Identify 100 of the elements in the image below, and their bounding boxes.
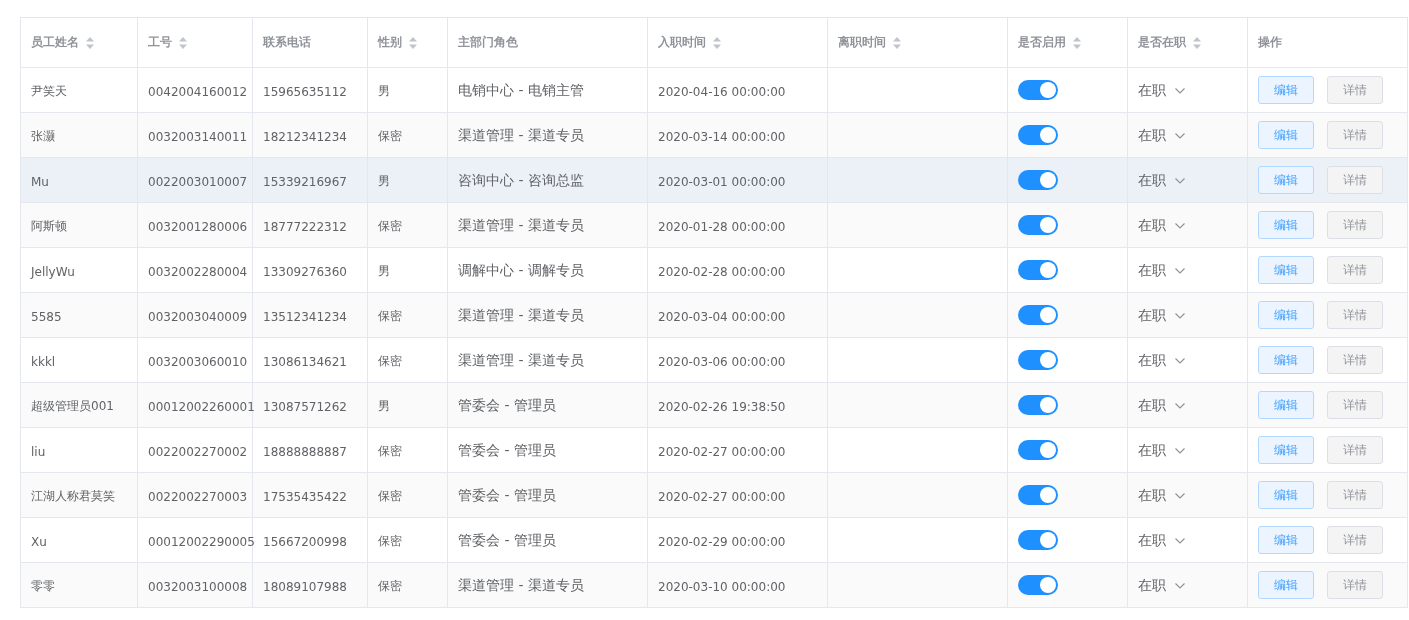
chevron-down-icon	[1174, 132, 1186, 140]
edit-button[interactable]: 编辑	[1258, 346, 1314, 374]
table-cell: 男	[378, 399, 390, 413]
status-dropdown[interactable]: 在职	[1138, 577, 1186, 595]
table-cell: 0032003140011	[148, 129, 248, 144]
table-cell: 15339216967	[263, 174, 347, 189]
status-dropdown[interactable]: 在职	[1138, 532, 1186, 550]
details-button[interactable]: 详情	[1327, 391, 1383, 419]
toggle-switch[interactable]	[1018, 170, 1058, 191]
toggle-switch[interactable]	[1018, 215, 1058, 236]
column-title: 性别	[378, 34, 402, 51]
table-cell: 渠道管理 - 渠道专员	[458, 217, 584, 233]
chevron-down-icon	[1174, 537, 1186, 545]
toggle-switch[interactable]	[1018, 440, 1058, 461]
toggle-switch[interactable]	[1018, 395, 1058, 416]
table-cell: 超级管理员001	[31, 399, 114, 413]
details-button[interactable]: 详情	[1327, 346, 1383, 374]
sort-icon[interactable]	[408, 35, 418, 50]
status-dropdown[interactable]: 在职	[1138, 397, 1186, 415]
toggle-switch[interactable]	[1018, 485, 1058, 506]
toggle-switch[interactable]	[1018, 350, 1058, 371]
chevron-down-icon	[1174, 402, 1186, 410]
table-cell: 13087571262	[263, 399, 347, 414]
table-cell: 保密	[378, 309, 402, 323]
status-dropdown[interactable]: 在职	[1138, 217, 1186, 235]
toggle-switch[interactable]	[1018, 575, 1058, 596]
edit-button[interactable]: 编辑	[1258, 166, 1314, 194]
details-button[interactable]: 详情	[1327, 526, 1383, 554]
table-cell: 管委会 - 管理员	[458, 397, 556, 413]
sort-icon[interactable]	[1072, 35, 1082, 50]
table-cell: 0042004160012	[148, 84, 248, 99]
table-cell: 调解中心 - 调解专员	[458, 262, 584, 278]
edit-button[interactable]: 编辑	[1258, 301, 1314, 329]
details-button[interactable]: 详情	[1327, 436, 1383, 464]
edit-button[interactable]: 编辑	[1258, 121, 1314, 149]
details-button[interactable]: 详情	[1327, 256, 1383, 284]
table-cell: 0032003040009	[148, 309, 248, 324]
sort-icon[interactable]	[1192, 35, 1202, 50]
details-button[interactable]: 详情	[1327, 166, 1383, 194]
table-cell: 18777222312	[263, 219, 347, 234]
status-dropdown[interactable]: 在职	[1138, 352, 1186, 370]
toggle-switch[interactable]	[1018, 125, 1058, 146]
sort-icon[interactable]	[892, 35, 902, 50]
table-cell: 15667200998	[263, 534, 347, 549]
toggle-switch[interactable]	[1018, 260, 1058, 281]
details-button[interactable]: 详情	[1327, 301, 1383, 329]
table-cell: 2020-03-01 00:00:00	[658, 174, 786, 189]
table-cell: 阿斯顿	[31, 219, 67, 233]
table-cell: 17535435422	[263, 489, 347, 504]
sort-icon[interactable]	[178, 35, 188, 50]
status-dropdown[interactable]: 在职	[1138, 262, 1186, 280]
edit-button[interactable]: 编辑	[1258, 391, 1314, 419]
table-cell: 男	[378, 264, 390, 278]
edit-button[interactable]: 编辑	[1258, 436, 1314, 464]
toggle-switch[interactable]	[1018, 530, 1058, 551]
table-cell: 江湖人称君莫笑	[31, 489, 115, 503]
edit-button[interactable]: 编辑	[1258, 76, 1314, 104]
table-cell: 2020-02-27 00:00:00	[658, 444, 786, 459]
table-cell: 管委会 - 管理员	[458, 442, 556, 458]
chevron-down-icon	[1174, 492, 1186, 500]
details-button[interactable]: 详情	[1327, 76, 1383, 104]
details-button[interactable]: 详情	[1327, 571, 1383, 599]
table-cell: 15965635112	[263, 84, 347, 99]
status-dropdown[interactable]: 在职	[1138, 127, 1186, 145]
table-cell: 管委会 - 管理员	[458, 532, 556, 548]
sort-icon[interactable]	[85, 35, 95, 50]
edit-button[interactable]: 编辑	[1258, 481, 1314, 509]
status-dropdown[interactable]: 在职	[1138, 307, 1186, 325]
edit-button[interactable]: 编辑	[1258, 571, 1314, 599]
table-cell: 张灏	[31, 129, 55, 143]
table-cell: 渠道管理 - 渠道专员	[458, 352, 584, 368]
toggle-switch[interactable]	[1018, 80, 1058, 101]
table-cell: 0022002270002	[148, 444, 248, 459]
table-cell: Mu	[31, 174, 49, 189]
table-cell: 0032002280004	[148, 264, 248, 279]
chevron-down-icon	[1174, 582, 1186, 590]
details-button[interactable]: 详情	[1327, 121, 1383, 149]
chevron-down-icon	[1174, 222, 1186, 230]
status-dropdown[interactable]: 在职	[1138, 442, 1186, 460]
edit-button[interactable]: 编辑	[1258, 211, 1314, 239]
sort-icon[interactable]	[712, 35, 722, 50]
status-dropdown[interactable]: 在职	[1138, 487, 1186, 505]
table-cell: 2020-02-27 00:00:00	[658, 489, 786, 504]
table-cell: 保密	[378, 444, 402, 458]
table-cell: 00012002290005	[148, 534, 255, 549]
toggle-switch[interactable]	[1018, 305, 1058, 326]
status-dropdown[interactable]: 在职	[1138, 82, 1186, 100]
details-button[interactable]: 详情	[1327, 481, 1383, 509]
table-cell: 2020-02-28 00:00:00	[658, 264, 786, 279]
table-cell: 18888888887	[263, 444, 347, 459]
edit-button[interactable]: 编辑	[1258, 256, 1314, 284]
details-button[interactable]: 详情	[1327, 211, 1383, 239]
table-cell: 13309276360	[263, 264, 347, 279]
table-cell: 2020-02-29 00:00:00	[658, 534, 786, 549]
edit-button[interactable]: 编辑	[1258, 526, 1314, 554]
column-title: 员工姓名	[31, 34, 79, 51]
table-cell: 保密	[378, 489, 402, 503]
status-dropdown[interactable]: 在职	[1138, 172, 1186, 190]
table-cell: 保密	[378, 219, 402, 233]
table-cell: 0032003100008	[148, 579, 248, 594]
